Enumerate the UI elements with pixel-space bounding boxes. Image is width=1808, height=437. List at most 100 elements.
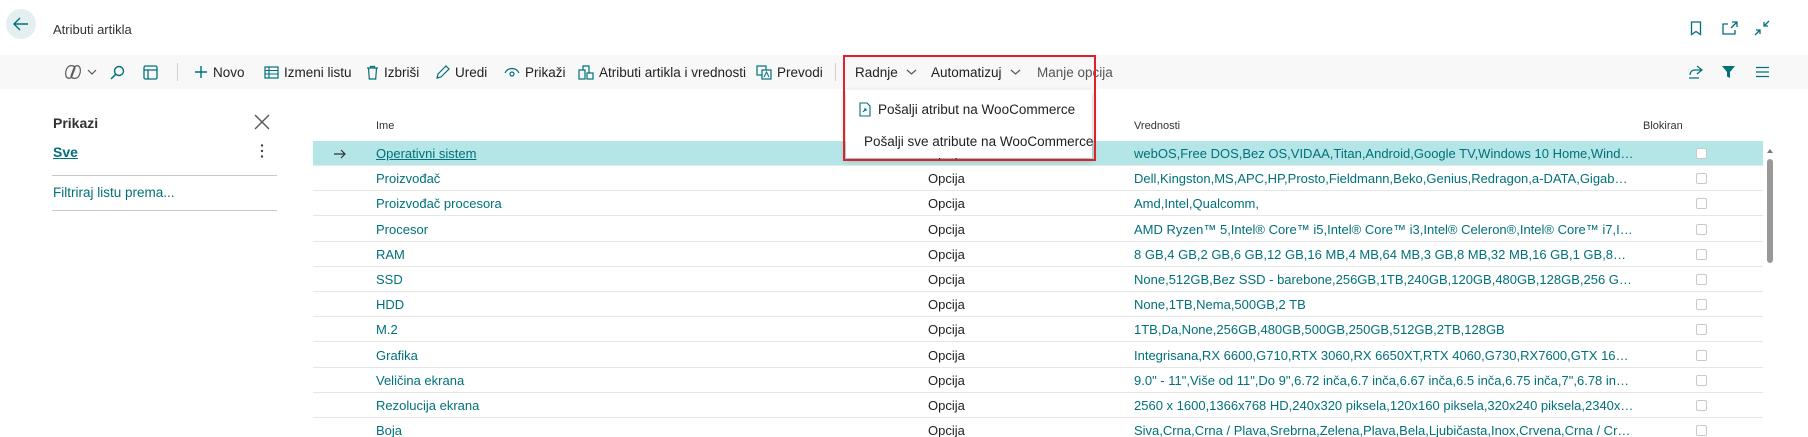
scroll-up-arrow-icon[interactable]	[1766, 147, 1774, 155]
blocked-checkbox[interactable]	[1696, 148, 1707, 159]
bookmark-icon[interactable]	[1687, 19, 1705, 37]
copilot-button[interactable]	[64, 55, 97, 89]
back-button[interactable]	[6, 9, 36, 39]
cell-name[interactable]: Proizvođač	[376, 166, 846, 191]
cell-values[interactable]: Dell,Kingston,MS,APC,HP,Prosto,Fieldmann…	[1134, 166, 1634, 191]
current-row-arrow-icon	[333, 141, 347, 166]
cell-name[interactable]: SSD	[376, 267, 846, 292]
send-attribute-woocommerce-item[interactable]: Pošalji atribut na WooCommerce	[846, 94, 1092, 124]
table-row[interactable]: HDD Opcija None,1TB,Nema,500GB,2 TB	[313, 292, 1763, 318]
plus-icon	[195, 66, 207, 78]
cell-name[interactable]: Operativni sistem	[376, 141, 846, 166]
cell-name[interactable]: Grafika	[376, 343, 846, 368]
cell-values[interactable]: None,512GB,Bez SSD - barebone,256GB,1TB,…	[1134, 267, 1634, 292]
blocked-checkbox[interactable]	[1696, 274, 1707, 285]
delete-button[interactable]: Izbriši	[366, 55, 419, 89]
blocked-checkbox[interactable]	[1696, 400, 1707, 411]
table-row[interactable]: Rezolucija ekrana Opcija 2560 x 1600,1366x…	[313, 393, 1763, 418]
blocked-checkbox[interactable]	[1696, 173, 1707, 185]
action-bar: Novo Izmeni listu Izbriši Uredi Prikaži …	[0, 55, 1808, 89]
table-row[interactable]: M.2 Opcija 1TB,Da,None,256GB,480GB,500GB,2…	[313, 317, 1763, 343]
chevron-down-icon	[1010, 69, 1020, 75]
filter-list-by-link[interactable]: Filtriraj listu prema...	[53, 185, 175, 200]
list-view-button[interactable]	[1755, 55, 1770, 89]
cell-values[interactable]: 9.0" - 11",Više od 11",Do 9",6.72 inča,6…	[1134, 368, 1634, 393]
page: Atributi artikla Novo Izmeni listu Izbri…	[0, 0, 1808, 437]
cell-type: Opcija	[928, 347, 965, 363]
new-button[interactable]: Novo	[194, 55, 245, 89]
blocked-checkbox[interactable]	[1696, 349, 1707, 361]
automate-menu-button[interactable]: Automatizuj	[931, 55, 1021, 89]
cell-values[interactable]: 2560 x 1600,1366x768 HD,240x320 piksela,…	[1134, 393, 1634, 418]
blocked-checkbox[interactable]	[1696, 248, 1707, 260]
blocked-checkbox[interactable]	[1696, 425, 1707, 437]
cell-values[interactable]: AMD Ryzen™ 5,Intel® Core™ i5,Intel® Core…	[1134, 217, 1634, 242]
blocked-checkbox[interactable]	[1696, 223, 1707, 235]
send-all-attributes-woocommerce-item[interactable]: Pošalji sve atribute na WooCommerce	[846, 126, 1093, 156]
cell-name[interactable]: Boja	[376, 418, 846, 437]
table-row[interactable]: Proizvođač procesora Opcija Amd,Intel,Qual…	[313, 191, 1763, 217]
filter-icon	[1722, 66, 1735, 78]
cell-name[interactable]: Procesor	[376, 217, 846, 242]
blocked-checkbox[interactable]	[1696, 324, 1707, 336]
table-row[interactable]: RAM Opcija 8 GB,4 GB,2 GB,6 GB,12 GB,16 MB…	[313, 242, 1763, 267]
cell-type: Opcija	[928, 297, 965, 313]
translations-button[interactable]: Prevodi	[756, 55, 823, 89]
arrow-left-icon	[13, 17, 28, 31]
item-attributes-values-button[interactable]: Atributi artikla i vrednosti	[578, 55, 746, 89]
filter-button[interactable]	[1721, 55, 1736, 89]
view-button[interactable]: Prikaži	[504, 55, 566, 89]
table-row[interactable]: Procesor Opcija AMD Ryzen™ 5,Intel® Core™ …	[313, 217, 1763, 242]
separator	[835, 63, 836, 81]
views-title: Prikazi	[53, 115, 99, 131]
blocked-checkbox[interactable]	[1696, 299, 1707, 311]
edit-list-button[interactable]: Izmeni listu	[264, 55, 352, 89]
cell-type: Opcija	[928, 246, 965, 262]
cell-name[interactable]: RAM	[376, 242, 846, 267]
cell-name[interactable]: Veličina ekrana	[376, 368, 846, 393]
view-all-link[interactable]: Sve	[53, 144, 78, 160]
open-new-window-icon[interactable]	[1721, 19, 1739, 37]
actions-menu-button[interactable]: Radnje	[855, 55, 917, 89]
scrollbar-thumb[interactable]	[1767, 159, 1773, 263]
table-row[interactable]: Proizvođač Opcija Dell,Kingston,MS,APC,HP,…	[313, 166, 1763, 192]
blocked-checkbox[interactable]	[1696, 374, 1707, 386]
divider	[52, 210, 277, 211]
cell-values[interactable]: None,1TB,Nema,500GB,2 TB	[1134, 292, 1634, 317]
pencil-icon	[436, 65, 450, 79]
share-button[interactable]	[1688, 55, 1703, 89]
column-header-name[interactable]: Ime	[376, 120, 394, 132]
cell-values[interactable]: Amd,Intel,Qualcomm,	[1134, 191, 1634, 216]
edit-button[interactable]: Uredi	[436, 55, 487, 89]
divider	[52, 175, 277, 176]
table-row[interactable]: SSD Opcija None,512GB,Bez SSD - barebone,2…	[313, 267, 1763, 292]
column-header-values[interactable]: Vrednosti	[1134, 120, 1180, 132]
cell-type: Opcija	[928, 221, 965, 237]
cell-name[interactable]: M.2	[376, 317, 846, 342]
collapse-icon[interactable]	[1753, 19, 1771, 37]
document-export-icon	[859, 101, 871, 117]
table-row[interactable]: Grafika Opcija Integrisana,RX 6600,G710,RT…	[313, 343, 1763, 368]
fewer-options-button[interactable]: Manje opcija	[1037, 55, 1113, 89]
page-title: Atributi artikla	[53, 22, 132, 37]
table-row[interactable]: Boja Opcija Siva,Crna,Crna / Plava,Srebrna…	[313, 418, 1763, 437]
cell-name[interactable]: Rezolucija ekrana	[376, 393, 846, 418]
column-header-blocked[interactable]: Blokiran	[1643, 120, 1683, 132]
blocked-checkbox[interactable]	[1696, 198, 1707, 210]
cell-name[interactable]: Proizvođač procesora	[376, 191, 846, 216]
more-options-icon[interactable]	[259, 143, 265, 159]
list-icon	[1756, 66, 1769, 78]
cell-values[interactable]: 1TB,Da,None,256GB,480GB,500GB,250GB,512G…	[1134, 317, 1634, 342]
search-button[interactable]	[110, 55, 125, 89]
filter-pane-button[interactable]	[143, 55, 158, 89]
table-row[interactable]: Veličina ekrana Opcija 9.0" - 11",Više od …	[313, 368, 1763, 393]
attributes-icon	[578, 64, 594, 80]
close-icon[interactable]	[254, 114, 270, 130]
cell-values[interactable]: Siva,Crna,Crna / Plava,Srebrna,Zelena,Pl…	[1134, 418, 1634, 437]
cell-values[interactable]: 8 GB,4 GB,2 GB,6 GB,12 GB,16 MB,4 MB,64 …	[1134, 242, 1634, 267]
cell-values[interactable]: webOS,Free DOS,Bez OS,VIDAA,Titan,Androi…	[1134, 141, 1634, 166]
filter-pane-icon	[143, 64, 158, 80]
cell-values[interactable]: Integrisana,RX 6600,G710,RTX 3060,RX 665…	[1134, 343, 1634, 368]
chevron-down-icon	[906, 69, 917, 75]
cell-name[interactable]: HDD	[376, 292, 846, 317]
